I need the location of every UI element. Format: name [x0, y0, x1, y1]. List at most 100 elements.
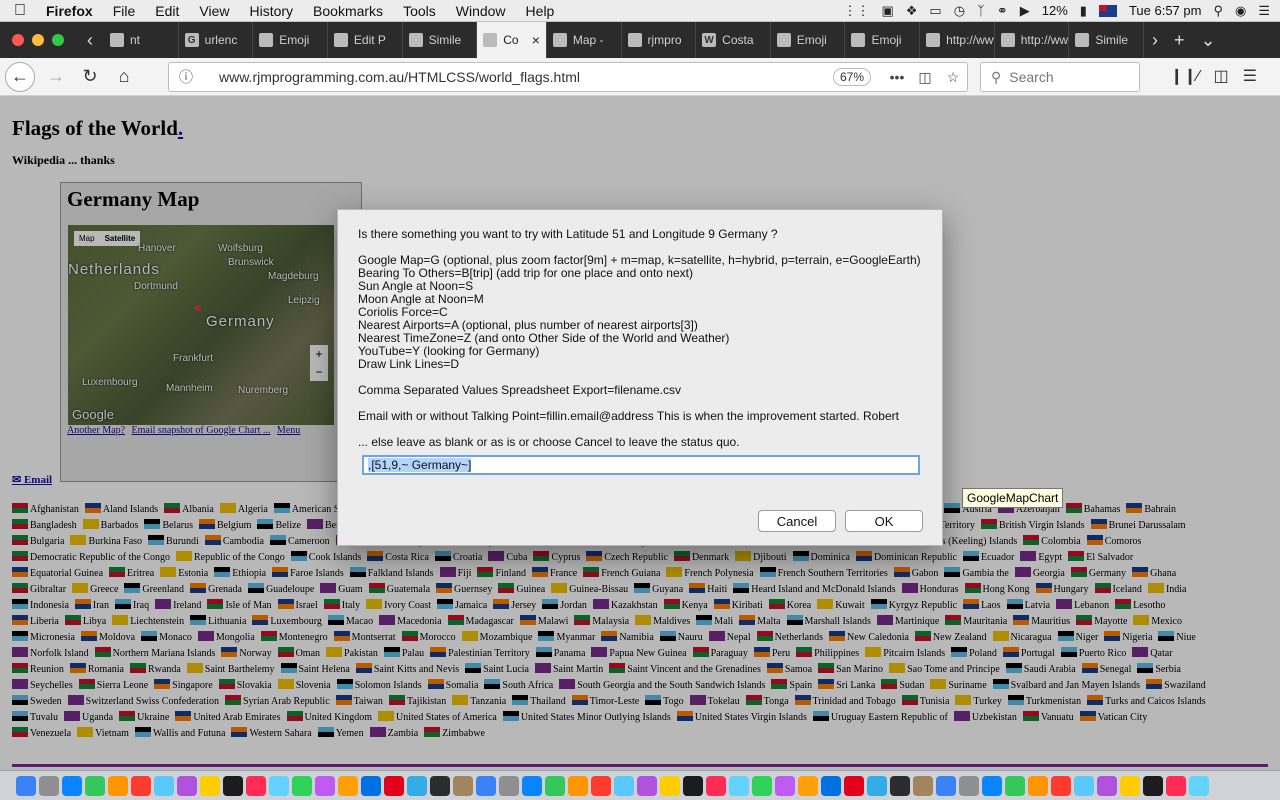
dock-app-icon[interactable] — [246, 775, 266, 796]
tabs-scroll-left-icon[interactable]: ‹ — [76, 30, 104, 51]
dock-app-icon[interactable] — [453, 775, 473, 796]
dock-app-icon[interactable] — [706, 775, 726, 796]
notification-center-icon[interactable]: ☰ — [1258, 3, 1270, 19]
dock-app-icon[interactable] — [1166, 775, 1186, 796]
dock-app-icon[interactable] — [913, 775, 933, 796]
dock-app-icon[interactable] — [614, 775, 634, 796]
extension-icon[interactable]: ❖ — [906, 3, 918, 19]
dock-app-icon[interactable] — [1005, 775, 1025, 796]
dock-app-icon[interactable] — [637, 775, 657, 796]
dock-app-icon[interactable] — [890, 775, 910, 796]
bookmark-star-icon[interactable]: ☆ — [939, 69, 967, 86]
menubar-clock[interactable]: Tue 6:57 pm — [1129, 3, 1202, 18]
menu-help[interactable]: Help — [516, 3, 565, 19]
close-window-button[interactable] — [12, 34, 24, 46]
dock-app-icon[interactable] — [844, 775, 864, 796]
back-button[interactable]: ← — [5, 61, 35, 92]
tab[interactable]: Simile — [403, 22, 478, 58]
url-text[interactable]: www.rjmprogramming.com.au/HTMLCSS/world_… — [219, 69, 833, 85]
dock-app-icon[interactable] — [16, 775, 36, 796]
dock-app-icon[interactable] — [430, 775, 450, 796]
cancel-button[interactable]: Cancel — [758, 510, 836, 532]
tab[interactable]: Edit P — [328, 22, 403, 58]
dock-app-icon[interactable] — [1097, 775, 1117, 796]
dock-app-icon[interactable] — [1028, 775, 1048, 796]
dock-app-icon[interactable] — [752, 775, 772, 796]
dock-app-icon[interactable] — [591, 775, 611, 796]
dock-app-icon[interactable] — [407, 775, 427, 796]
menu-app-firefox[interactable]: Firefox — [40, 3, 103, 19]
tab[interactable]: Emoji — [253, 22, 328, 58]
app-status-icon[interactable]: ▣ — [881, 3, 893, 19]
menu-bookmarks[interactable]: Bookmarks — [303, 3, 393, 19]
reload-button[interactable]: ↻ — [73, 62, 107, 92]
home-button[interactable]: ⌂ — [107, 62, 141, 92]
battery-percent[interactable]: 12% — [1042, 3, 1068, 18]
hamburger-menu-icon[interactable]: ☰ — [1243, 66, 1257, 86]
dock-app-icon[interactable] — [384, 775, 404, 796]
tab[interactable]: Map - — [547, 22, 622, 58]
new-tab-button[interactable]: + — [1174, 30, 1185, 51]
prompt-input-value[interactable]: ,[51,9,~ Germany~] — [368, 458, 472, 472]
sidebar-icon[interactable]: ◫ — [1213, 66, 1228, 86]
site-info-icon[interactable]: ⓘ — [175, 67, 197, 87]
dock-app-icon[interactable] — [39, 775, 59, 796]
input-source-flag-icon[interactable] — [1098, 4, 1117, 17]
dock-app-icon[interactable] — [729, 775, 749, 796]
tab[interactable]: Gurlenc — [179, 22, 254, 58]
forward-button[interactable]: → — [39, 62, 73, 92]
dock-app-icon[interactable] — [545, 775, 565, 796]
close-tab-icon[interactable]: × — [532, 32, 540, 48]
url-bar[interactable]: ⓘ www.rjmprogramming.com.au/HTMLCSS/worl… — [168, 62, 968, 92]
page-actions-icon[interactable]: ••• — [883, 69, 911, 85]
dock-app-icon[interactable] — [200, 775, 220, 796]
wifi-icon[interactable]: ⚭ — [997, 3, 1008, 19]
dock-app-icon[interactable] — [1143, 775, 1163, 796]
dock-app-icon[interactable] — [108, 775, 128, 796]
menu-window[interactable]: Window — [446, 3, 516, 19]
grid-icon[interactable]: ⋮⋮ — [843, 3, 869, 19]
dock-app-icon[interactable] — [315, 775, 335, 796]
dock-app-icon[interactable] — [1051, 775, 1071, 796]
dock-app-icon[interactable] — [476, 775, 496, 796]
pocket-icon[interactable]: ◫ — [911, 69, 939, 86]
library-icon[interactable]: ❙❙∕ — [1170, 66, 1199, 86]
battery-icon[interactable]: ▮ — [1080, 3, 1087, 19]
tab-active[interactable]: Co × — [477, 22, 547, 58]
tab[interactable]: nt — [104, 22, 179, 58]
dock-app-icon[interactable] — [867, 775, 887, 796]
ok-button[interactable]: OK — [845, 510, 923, 532]
dock-app-icon[interactable] — [1189, 775, 1209, 796]
menu-view[interactable]: View — [189, 3, 239, 19]
dock-app-icon[interactable] — [131, 775, 151, 796]
bluetooth-icon[interactable]: ᛉ — [977, 3, 985, 18]
menu-file[interactable]: File — [103, 3, 146, 19]
menu-edit[interactable]: Edit — [145, 3, 189, 19]
tab[interactable]: Emoji — [845, 22, 921, 58]
dock-app-icon[interactable] — [361, 775, 381, 796]
tab-list-chevron-down-icon[interactable]: ⌄ — [1201, 30, 1216, 51]
dock-app-icon[interactable] — [177, 775, 197, 796]
dock-app-icon[interactable] — [62, 775, 82, 796]
tab[interactable]: Emoji — [771, 22, 846, 58]
dock-app-icon[interactable] — [522, 775, 542, 796]
dock-app-icon[interactable] — [154, 775, 174, 796]
dock-app-icon[interactable] — [683, 775, 703, 796]
dock-app-icon[interactable] — [936, 775, 956, 796]
tab[interactable]: Simile — [1069, 22, 1144, 58]
menu-history[interactable]: History — [239, 3, 303, 19]
tabs-scroll-right-icon[interactable]: › — [1152, 30, 1158, 51]
search-input[interactable]: ⚲ Search — [980, 62, 1140, 92]
dock-app-icon[interactable] — [499, 775, 519, 796]
tab[interactable]: rjmpro — [622, 22, 697, 58]
dock-app-icon[interactable] — [269, 775, 289, 796]
dock-app-icon[interactable] — [959, 775, 979, 796]
tab[interactable]: W Costa — [696, 22, 771, 58]
spotlight-search-icon[interactable]: ⚲ — [1213, 3, 1223, 19]
menu-tools[interactable]: Tools — [393, 3, 446, 19]
dock-app-icon[interactable] — [660, 775, 680, 796]
dock-app-icon[interactable] — [223, 775, 243, 796]
dock-app-icon[interactable] — [338, 775, 358, 796]
dock-app-icon[interactable] — [798, 775, 818, 796]
dock-app-icon[interactable] — [292, 775, 312, 796]
